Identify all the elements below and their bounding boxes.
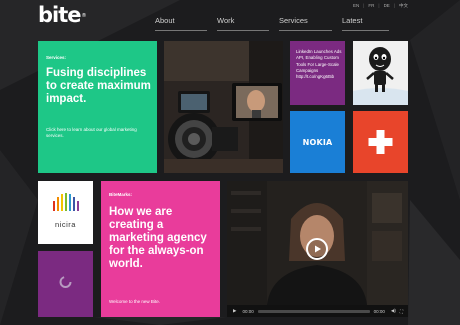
video-player[interactable]: ▶ 00:00 00:00 ◀) ⛶ (227, 181, 408, 317)
main-nav: About Work Services Latest (155, 16, 399, 31)
lang-zh[interactable]: 中文 (399, 3, 408, 9)
camera-photo (164, 41, 283, 173)
seek-bar[interactable] (257, 309, 370, 313)
nicira-logo-mark (53, 193, 79, 211)
logo-text: bite (38, 3, 82, 27)
bitemarks-label: BiteMarks: (109, 192, 133, 197)
nav-underline (217, 30, 269, 31)
nav-item-services[interactable]: Services (279, 16, 332, 31)
services-label: Services: (46, 55, 67, 60)
bite-logo[interactable]: bite® (38, 3, 87, 27)
play-pause-icon[interactable]: ▶ (233, 308, 236, 314)
character-tile[interactable] (353, 41, 408, 105)
nav-item-about[interactable]: About (155, 16, 207, 31)
nav-underline (279, 30, 332, 31)
volume-icon[interactable]: ◀) (391, 308, 396, 314)
services-link[interactable]: Click here to learn about our global mar… (46, 127, 141, 139)
loading-tile (38, 251, 93, 317)
nicira-wordmark: nicira (55, 220, 76, 229)
current-time: 00:00 (242, 308, 254, 314)
lang-de[interactable]: DE (384, 3, 390, 9)
fullscreen-icon[interactable]: ⛶ (400, 309, 403, 314)
bitemarks-headline: How we are creating a marketing agency f… (109, 206, 207, 270)
lang-fr[interactable]: FR (368, 3, 374, 9)
registered-mark: ® (81, 13, 87, 19)
video-controls: ▶ 00:00 00:00 ◀) ⛶ (227, 305, 408, 317)
services-headline: Fusing disciplines to create maximum imp… (46, 67, 151, 105)
character-icon (353, 41, 408, 105)
nav-label: Work (217, 16, 235, 25)
nav-item-work[interactable]: Work (217, 16, 269, 31)
welcome-text: Welcome to the new Bite. (109, 299, 160, 304)
nav-underline (155, 30, 207, 31)
play-video-button[interactable] (306, 238, 328, 260)
lang-en[interactable]: EN (353, 3, 359, 9)
plus-icon (368, 130, 393, 154)
nav-label: About (155, 16, 175, 25)
nav-label: Services (279, 16, 308, 25)
nav-underline (342, 30, 389, 31)
nicira-tile[interactable]: nicira (38, 181, 93, 244)
nokia-logo: NOKIA (302, 137, 333, 147)
more-tile[interactable] (353, 111, 408, 173)
linkedin-tweet-tile[interactable]: LinkedIn Launches Ads API, Enabling Cust… (290, 41, 345, 105)
nav-label: Latest (342, 16, 363, 25)
loading-spinner-icon (59, 276, 72, 288)
nokia-tile[interactable]: NOKIA (290, 111, 345, 173)
tweet-text: LinkedIn Launches Ads API, Enabling Cust… (296, 49, 342, 80)
play-icon (315, 245, 321, 253)
camera-photo-tile[interactable] (164, 41, 283, 173)
duration: 00:00 (373, 308, 385, 314)
bitemarks-tile[interactable]: BiteMarks: How we are creating a marketi… (101, 181, 220, 317)
services-tile[interactable]: Services: Fusing disciplines to create m… (38, 41, 157, 173)
language-switcher: EN | FR | DE | 中文 (352, 3, 408, 9)
nav-item-latest[interactable]: Latest (342, 16, 389, 31)
